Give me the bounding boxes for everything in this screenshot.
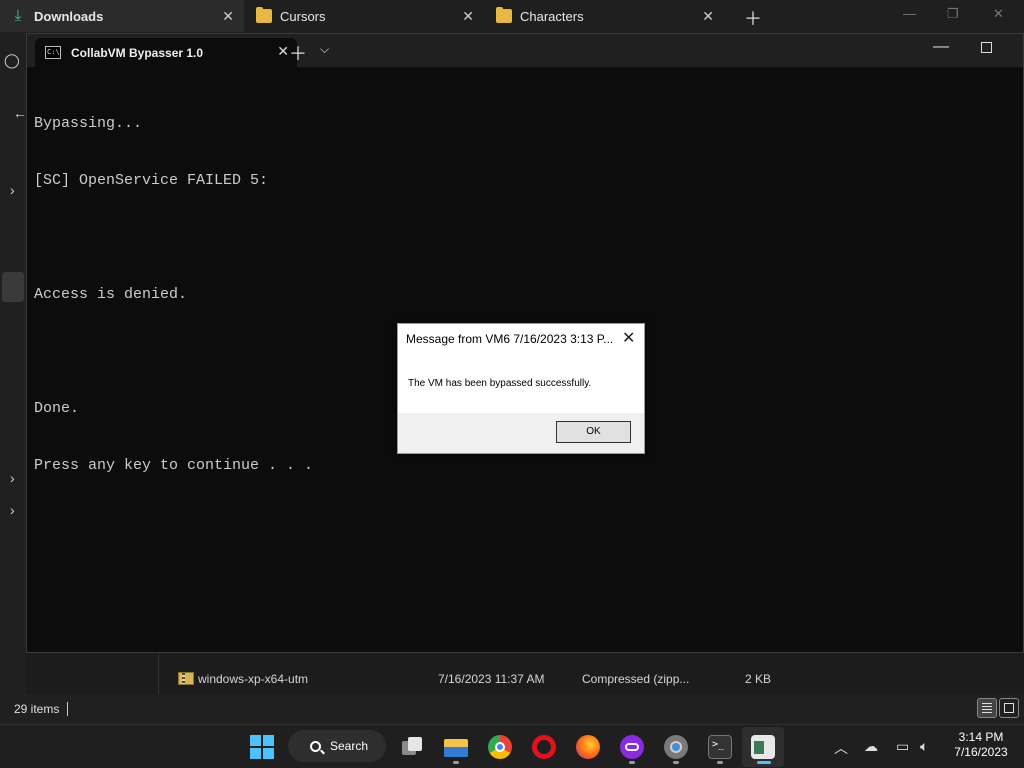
close-window-icon[interactable]: ✕ xyxy=(993,6,1004,22)
zip-folder-icon xyxy=(178,672,194,685)
explorer-tab-bar: ⤓ Downloads ✕ Cursors ✕ Characters ✕ ＋ —… xyxy=(0,0,1024,32)
chevron-up-icon[interactable]: ︿ xyxy=(834,738,848,758)
terminal-line: Done. xyxy=(34,400,80,417)
explorer-tab-label: Cursors xyxy=(280,8,326,24)
explorer-tab-characters[interactable]: Characters ✕ xyxy=(486,0,724,32)
tiles-view-button[interactable] xyxy=(999,698,1019,718)
back-arrow-icon[interactable]: ← xyxy=(13,105,27,121)
clock-date: 7/16/2023 xyxy=(954,745,1008,759)
explorer-tab-label: Downloads xyxy=(34,8,104,24)
clock-time: 3:14 PM xyxy=(958,730,1004,744)
minimize-icon[interactable]: — xyxy=(903,6,916,21)
nav-selection xyxy=(2,272,24,302)
active-indicator xyxy=(757,761,771,764)
explorer-nav-strip: ◯ ← › › › xyxy=(0,32,27,694)
dialog-title: Message from VM6 7/16/2023 3:13 P... xyxy=(406,332,614,346)
pane-divider xyxy=(158,653,159,694)
chevron-right-icon[interactable]: › xyxy=(10,502,15,518)
minimize-icon[interactable]: — xyxy=(933,38,949,56)
terminal-line: [SC] OpenService FAILED 5: xyxy=(34,172,269,189)
app-icon[interactable] xyxy=(620,735,644,759)
message-dialog: Message from VM6 7/16/2023 3:13 P... ✕ T… xyxy=(397,323,645,454)
file-type: Compressed (zipp... xyxy=(582,672,690,686)
chevron-down-icon[interactable]: ⌵ xyxy=(320,42,329,57)
close-icon[interactable]: ✕ xyxy=(702,8,714,25)
close-icon[interactable]: ✕ xyxy=(277,43,289,60)
network-icon[interactable]: ▭ xyxy=(896,738,909,755)
explorer-status-bar: 29 items xyxy=(0,694,1024,724)
search-icon xyxy=(310,740,321,752)
terminal-output[interactable]: Bypassing... [SC] OpenService FAILED 5: … xyxy=(34,76,313,513)
volume-icon[interactable]: 🔈︎ xyxy=(920,738,928,755)
file-size: 2 KB xyxy=(745,672,772,686)
opera-icon[interactable] xyxy=(532,735,556,759)
search-button[interactable]: Search xyxy=(288,730,386,762)
folder-icon xyxy=(256,7,272,23)
file-name: windows-xp-x64-utm xyxy=(198,672,309,686)
terminal-tab[interactable]: C:\ CollabVM Bypasser 1.0 ✕ xyxy=(35,38,297,67)
taskbar: Search >_ ︿ ☁ ▭ 🔈︎ 3:14 PM 7/16/2023 xyxy=(0,724,1024,768)
chevron-right-icon[interactable]: › xyxy=(10,182,15,198)
terminal-tab-title: CollabVM Bypasser 1.0 xyxy=(71,45,204,60)
terminal-line: Bypassing... xyxy=(34,115,143,132)
download-icon: ⤓ xyxy=(14,7,22,24)
restore-icon[interactable]: ❐ xyxy=(947,6,959,22)
running-indicator xyxy=(673,761,679,764)
running-indicator xyxy=(717,761,723,764)
close-icon[interactable]: ✕ xyxy=(622,328,635,348)
terminal-line: Access is denied. xyxy=(34,286,188,303)
cmd-icon: C:\ xyxy=(45,46,61,59)
dialog-message: The VM has been bypassed successfully. xyxy=(408,378,592,389)
new-tab-icon[interactable]: ＋ xyxy=(289,40,307,66)
terminal-line: Press any key to continue . . . xyxy=(34,457,314,474)
terminal-titlebar: C:\ CollabVM Bypasser 1.0 ✕ ＋ ⌵ — xyxy=(27,34,1023,67)
cloud-offline-icon[interactable]: ☁ xyxy=(864,738,878,755)
maximize-icon[interactable] xyxy=(981,42,992,53)
file-explorer-icon[interactable] xyxy=(444,735,468,759)
settings-icon[interactable] xyxy=(664,735,688,759)
tiles-icon xyxy=(1004,703,1014,713)
search-label: Search xyxy=(330,739,369,753)
start-icon[interactable] xyxy=(250,735,274,759)
item-count: 29 items xyxy=(14,702,60,716)
file-date: 7/16/2023 11:37 AM xyxy=(438,672,545,686)
chevron-right-icon[interactable]: › xyxy=(10,470,15,486)
running-indicator xyxy=(629,761,635,764)
refresh-icon[interactable]: ◯ xyxy=(4,52,20,69)
running-indicator xyxy=(453,761,459,764)
explorer-tab-cursors[interactable]: Cursors ✕ xyxy=(246,0,484,32)
dialog-footer: OK xyxy=(398,413,644,453)
terminal-icon[interactable]: >_ xyxy=(708,735,732,759)
close-icon[interactable]: ✕ xyxy=(462,8,474,25)
status-separator xyxy=(67,702,68,716)
explorer-tab-label: Characters xyxy=(520,8,584,24)
clock[interactable]: 3:14 PM 7/16/2023 xyxy=(944,730,1018,760)
new-tab-icon[interactable]: ＋ xyxy=(744,5,762,31)
folder-icon xyxy=(496,7,512,23)
explorer-tab-downloads[interactable]: ⤓ Downloads ✕ xyxy=(0,0,244,32)
chrome-icon[interactable] xyxy=(488,735,512,759)
firefox-icon[interactable] xyxy=(576,735,600,759)
list-icon xyxy=(982,703,992,713)
details-view-button[interactable] xyxy=(977,698,997,718)
ok-button[interactable]: OK xyxy=(556,421,631,443)
close-icon[interactable]: ✕ xyxy=(222,8,234,25)
task-view-icon[interactable] xyxy=(400,735,424,759)
active-app-icon[interactable] xyxy=(751,735,775,759)
